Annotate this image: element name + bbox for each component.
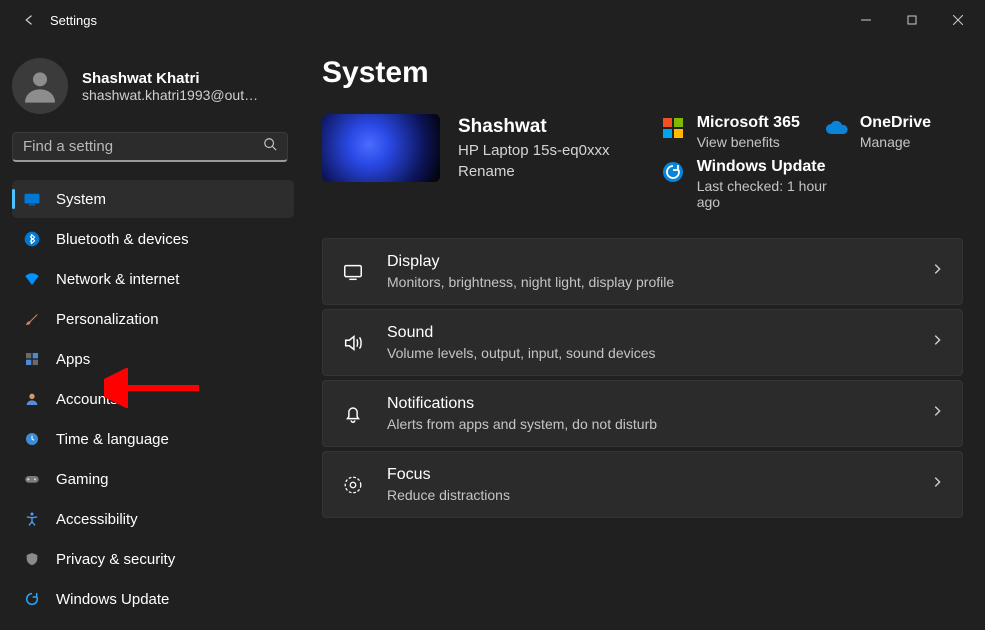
focus-icon bbox=[341, 473, 365, 497]
sidebar-item-update[interactable]: Windows Update bbox=[12, 580, 294, 618]
card-sub: Reduce distractions bbox=[387, 487, 510, 503]
sidebar-item-label: Time & language bbox=[56, 431, 169, 448]
sidebar-item-label: Windows Update bbox=[56, 591, 169, 608]
sidebar-item-privacy[interactable]: Privacy & security bbox=[12, 540, 294, 578]
tile-title: Microsoft 365 bbox=[697, 114, 800, 132]
tile-sub: Manage bbox=[860, 134, 931, 150]
sidebar-item-label: Bluetooth & devices bbox=[56, 231, 189, 248]
sidebar-item-label: Privacy & security bbox=[56, 551, 175, 568]
card-sub: Alerts from apps and system, do not dist… bbox=[387, 416, 657, 432]
back-button[interactable] bbox=[14, 6, 42, 34]
card-title: Focus bbox=[387, 466, 510, 484]
close-button[interactable] bbox=[935, 4, 981, 36]
sidebar-item-network[interactable]: Network & internet bbox=[12, 260, 294, 298]
m365-icon bbox=[661, 116, 685, 140]
titlebar: Settings bbox=[0, 0, 985, 40]
card-title: Sound bbox=[387, 324, 656, 342]
bell-icon bbox=[341, 402, 365, 426]
wifi-icon bbox=[22, 269, 42, 289]
chevron-right-icon bbox=[930, 404, 944, 423]
avatar bbox=[12, 58, 68, 114]
card-sound[interactable]: Sound Volume levels, output, input, soun… bbox=[322, 309, 963, 376]
content: System Shashwat HP Laptop 15s-eq0xxx Ren… bbox=[300, 40, 985, 630]
device-name: Shashwat bbox=[458, 116, 610, 138]
apps-icon bbox=[22, 349, 42, 369]
search-icon bbox=[263, 137, 277, 156]
account-name: Shashwat Khatri bbox=[82, 70, 258, 87]
search-box[interactable] bbox=[12, 132, 288, 162]
card-sub: Volume levels, output, input, sound devi… bbox=[387, 345, 656, 361]
device-block: Shashwat HP Laptop 15s-eq0xxx Rename bbox=[322, 114, 610, 182]
chevron-right-icon bbox=[930, 262, 944, 281]
sidebar-item-accounts[interactable]: Accounts bbox=[12, 380, 294, 418]
tile-sub: Last checked: 1 hour ago bbox=[697, 178, 847, 210]
tile-sub: View benefits bbox=[697, 134, 800, 150]
sidebar-item-system[interactable]: System bbox=[12, 180, 294, 218]
sidebar-item-accessibility[interactable]: Accessibility bbox=[12, 500, 294, 538]
card-title: Display bbox=[387, 253, 674, 271]
sidebar-item-label: Accounts bbox=[56, 391, 118, 408]
sidebar-item-time[interactable]: Time & language bbox=[12, 420, 294, 458]
search-input[interactable] bbox=[23, 138, 263, 155]
sidebar-item-label: Network & internet bbox=[56, 271, 179, 288]
onedrive-icon bbox=[824, 116, 848, 140]
sidebar-item-label: Accessibility bbox=[56, 511, 138, 528]
device-thumbnail bbox=[322, 114, 440, 182]
sidebar: Shashwat Khatri shashwat.khatri1993@out…… bbox=[0, 40, 300, 630]
sidebar-item-personalization[interactable]: Personalization bbox=[12, 300, 294, 338]
card-sub: Monitors, brightness, night light, displ… bbox=[387, 274, 674, 290]
person-icon bbox=[22, 389, 42, 409]
chevron-right-icon bbox=[930, 475, 944, 494]
sidebar-item-label: System bbox=[56, 191, 106, 208]
settings-cards: Display Monitors, brightness, night ligh… bbox=[322, 238, 963, 518]
rename-link[interactable]: Rename bbox=[458, 163, 610, 180]
system-icon bbox=[22, 189, 42, 209]
shield-icon bbox=[22, 549, 42, 569]
gamepad-icon bbox=[22, 469, 42, 489]
sidebar-item-apps[interactable]: Apps bbox=[12, 340, 294, 378]
accessibility-icon bbox=[22, 509, 42, 529]
display-icon bbox=[341, 260, 365, 284]
bluetooth-icon bbox=[22, 229, 42, 249]
card-notifications[interactable]: Notifications Alerts from apps and syste… bbox=[322, 380, 963, 447]
sidebar-item-label: Apps bbox=[56, 351, 90, 368]
account-email: shashwat.khatri1993@out… bbox=[82, 87, 258, 103]
tile-title: Windows Update bbox=[697, 158, 847, 176]
sidebar-item-label: Personalization bbox=[56, 311, 159, 328]
card-focus[interactable]: Focus Reduce distractions bbox=[322, 451, 963, 518]
account-block[interactable]: Shashwat Khatri shashwat.khatri1993@out… bbox=[12, 52, 294, 128]
info-row: Shashwat HP Laptop 15s-eq0xxx Rename Mic… bbox=[322, 114, 963, 210]
card-display[interactable]: Display Monitors, brightness, night ligh… bbox=[322, 238, 963, 305]
clock-icon bbox=[22, 429, 42, 449]
window-title: Settings bbox=[50, 13, 97, 28]
device-model: HP Laptop 15s-eq0xxx bbox=[458, 142, 610, 159]
tile-onedrive[interactable]: OneDrive Manage bbox=[824, 114, 963, 150]
tile-m365[interactable]: Microsoft 365 View benefits bbox=[661, 114, 800, 150]
nav: System Bluetooth & devices Network & int… bbox=[12, 180, 294, 618]
sidebar-item-gaming[interactable]: Gaming bbox=[12, 460, 294, 498]
update-icon bbox=[22, 589, 42, 609]
brush-icon bbox=[22, 309, 42, 329]
tile-title: OneDrive bbox=[860, 114, 931, 132]
card-title: Notifications bbox=[387, 395, 657, 413]
page-title: System bbox=[322, 56, 963, 90]
minimize-button[interactable] bbox=[843, 4, 889, 36]
sound-icon bbox=[341, 331, 365, 355]
sidebar-item-label: Gaming bbox=[56, 471, 109, 488]
tile-windows-update[interactable]: Windows Update Last checked: 1 hour ago bbox=[661, 158, 963, 210]
maximize-button[interactable] bbox=[889, 4, 935, 36]
sidebar-item-bluetooth[interactable]: Bluetooth & devices bbox=[12, 220, 294, 258]
update-icon bbox=[661, 160, 685, 184]
chevron-right-icon bbox=[930, 333, 944, 352]
